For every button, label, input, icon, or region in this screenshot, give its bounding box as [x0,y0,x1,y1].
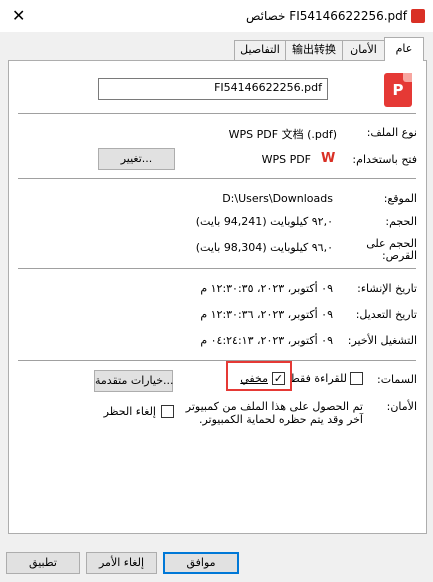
size-on-disk-label: الحجم على القرص: [366,237,417,262]
size-on-disk-value: ٩٦,٠ كيلوبايت (98,304 بايت) [195,241,333,254]
divider [18,360,416,361]
divider [18,178,416,179]
created-label: تاريخ الإنشاء: [357,282,417,295]
security-label: الأمان: [386,400,417,413]
apply-button[interactable]: تطبيق [6,552,80,574]
unblock-checkbox[interactable] [161,405,174,418]
opens-with-label: فتح باستخدام: [352,153,417,166]
hidden-label: مخفي [240,372,268,385]
wps-logo-icon: W [321,151,336,166]
location-label: الموقع: [383,192,417,205]
file-name-field[interactable]: FI54146622256.pdf [98,78,328,100]
divider [18,268,416,269]
tab-output-conversion[interactable]: 输出转换 [285,40,343,60]
divider [18,113,416,114]
advanced-button[interactable]: خيارات متقدمة... [94,370,174,392]
cancel-button[interactable]: إلغاء الأمر [86,552,157,574]
pdf-file-icon [411,9,425,23]
file-type-label: نوع الملف: [366,126,417,139]
pdf-file-icon: P [384,73,412,107]
location-value: D:\Users\Downloads [222,192,333,205]
security-message-line2: آخر وقد يتم حظره لحماية الكمبيوتر. [198,413,363,426]
security-message-line1: تم الحصول على هذا الملف من كمبيوتر [185,400,363,413]
general-panel [8,60,427,534]
pdf-glyph-icon: P [392,81,404,99]
accessed-value: ٠٩ أكتوبر، ٢٠٢٣، ٠٤:٢٤:١٣ م [200,334,333,347]
close-icon[interactable]: ✕ [12,6,25,25]
accessed-label: التشغيل الأخير: [347,334,417,347]
checkmark-icon: ✓ [273,372,284,385]
window-title: FI54146622256.pdf خصائص [245,9,407,23]
readonly-checkbox[interactable] [350,372,363,385]
ok-button[interactable]: موافق [163,552,239,574]
modified-label: تاريخ التعديل: [355,308,417,321]
change-button[interactable]: تغيير... [98,148,175,170]
attributes-label: السمات: [377,373,417,386]
created-value: ٠٩ أكتوبر، ٢٠٢٣، ١٢:٣٠:٣٥ م [200,282,333,295]
unblock-label: إلغاء الحظر [103,405,156,418]
modified-value: ٠٩ أكتوبر، ٢٠٢٣، ١٢:٣٠:٣٦ م [200,308,333,321]
size-label: الحجم: [385,215,417,228]
file-type-value: WPS PDF 文档 (.pdf) [228,128,337,141]
size-value: ٩٢,٠ كيلوبايت (94,241 بايت) [195,215,333,228]
hidden-checkbox[interactable]: ✓ [272,372,285,385]
readonly-label: للقراءة فقط [289,372,347,385]
tab-general[interactable]: عام [384,37,424,61]
tab-security[interactable]: الأمان [342,40,385,60]
opens-with-app: WPS PDF [261,153,311,166]
tab-details[interactable]: التفاصيل [234,40,286,60]
